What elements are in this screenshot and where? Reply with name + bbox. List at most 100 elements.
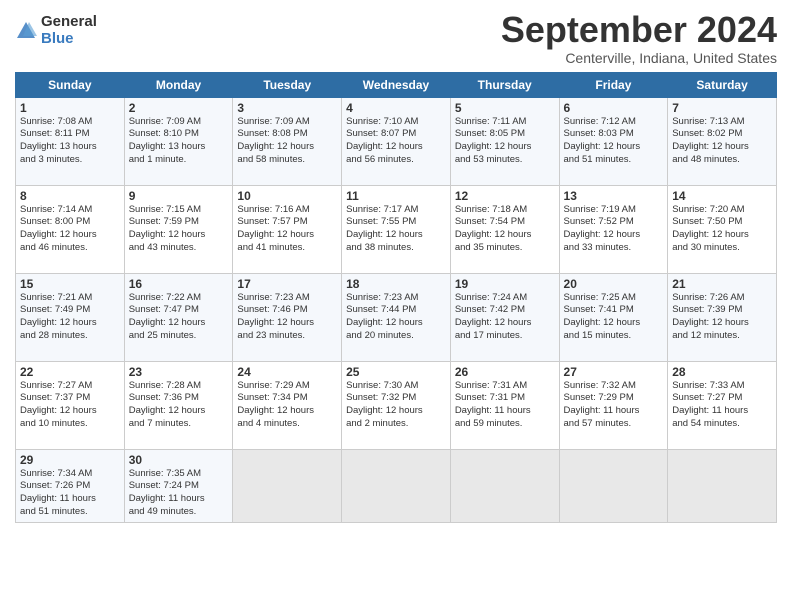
logo-text: General Blue [41,14,97,47]
week-row-2: 15Sunrise: 7:21 AM Sunset: 7:49 PM Dayli… [16,273,777,361]
day-number: 19 [455,277,555,291]
day-info: Sunrise: 7:24 AM Sunset: 7:42 PM Dayligh… [455,292,555,343]
day-cell [450,449,559,522]
day-info: Sunrise: 7:32 AM Sunset: 7:29 PM Dayligh… [564,380,664,431]
day-info: Sunrise: 7:23 AM Sunset: 7:44 PM Dayligh… [346,292,446,343]
day-number: 13 [564,189,664,203]
day-number: 21 [672,277,772,291]
day-info: Sunrise: 7:09 AM Sunset: 8:10 PM Dayligh… [129,116,229,167]
header-day-thursday: Thursday [450,72,559,97]
day-number: 8 [20,189,120,203]
day-number: 26 [455,365,555,379]
day-info: Sunrise: 7:18 AM Sunset: 7:54 PM Dayligh… [455,204,555,255]
day-cell [559,449,668,522]
day-number: 2 [129,101,229,115]
day-info: Sunrise: 7:11 AM Sunset: 8:05 PM Dayligh… [455,116,555,167]
day-info: Sunrise: 7:35 AM Sunset: 7:24 PM Dayligh… [129,468,229,519]
day-cell: 19Sunrise: 7:24 AM Sunset: 7:42 PM Dayli… [450,273,559,361]
day-cell: 20Sunrise: 7:25 AM Sunset: 7:41 PM Dayli… [559,273,668,361]
day-info: Sunrise: 7:19 AM Sunset: 7:52 PM Dayligh… [564,204,664,255]
header-day-wednesday: Wednesday [342,72,451,97]
day-info: Sunrise: 7:12 AM Sunset: 8:03 PM Dayligh… [564,116,664,167]
day-number: 23 [129,365,229,379]
day-cell: 23Sunrise: 7:28 AM Sunset: 7:36 PM Dayli… [124,361,233,449]
day-info: Sunrise: 7:10 AM Sunset: 8:07 PM Dayligh… [346,116,446,167]
header-day-tuesday: Tuesday [233,72,342,97]
day-number: 29 [20,453,120,467]
day-number: 27 [564,365,664,379]
day-number: 5 [455,101,555,115]
day-info: Sunrise: 7:23 AM Sunset: 7:46 PM Dayligh… [237,292,337,343]
month-title: September 2024 [501,10,777,50]
day-cell: 11Sunrise: 7:17 AM Sunset: 7:55 PM Dayli… [342,185,451,273]
day-cell: 21Sunrise: 7:26 AM Sunset: 7:39 PM Dayli… [668,273,777,361]
week-row-1: 8Sunrise: 7:14 AM Sunset: 8:00 PM Daylig… [16,185,777,273]
day-number: 3 [237,101,337,115]
day-info: Sunrise: 7:33 AM Sunset: 7:27 PM Dayligh… [672,380,772,431]
day-cell: 4Sunrise: 7:10 AM Sunset: 8:07 PM Daylig… [342,97,451,185]
header-row: SundayMondayTuesdayWednesdayThursdayFrid… [16,72,777,97]
day-cell: 14Sunrise: 7:20 AM Sunset: 7:50 PM Dayli… [668,185,777,273]
day-cell: 3Sunrise: 7:09 AM Sunset: 8:08 PM Daylig… [233,97,342,185]
day-number: 24 [237,365,337,379]
day-number: 18 [346,277,446,291]
day-cell: 28Sunrise: 7:33 AM Sunset: 7:27 PM Dayli… [668,361,777,449]
logo-icon [15,20,37,42]
day-number: 14 [672,189,772,203]
day-cell: 17Sunrise: 7:23 AM Sunset: 7:46 PM Dayli… [233,273,342,361]
day-cell: 30Sunrise: 7:35 AM Sunset: 7:24 PM Dayli… [124,449,233,522]
day-info: Sunrise: 7:17 AM Sunset: 7:55 PM Dayligh… [346,204,446,255]
header-day-sunday: Sunday [16,72,125,97]
day-number: 15 [20,277,120,291]
week-row-0: 1Sunrise: 7:08 AM Sunset: 8:11 PM Daylig… [16,97,777,185]
day-number: 6 [564,101,664,115]
day-info: Sunrise: 7:29 AM Sunset: 7:34 PM Dayligh… [237,380,337,431]
logo-general: General [41,14,97,31]
day-info: Sunrise: 7:34 AM Sunset: 7:26 PM Dayligh… [20,468,120,519]
day-info: Sunrise: 7:13 AM Sunset: 8:02 PM Dayligh… [672,116,772,167]
day-info: Sunrise: 7:27 AM Sunset: 7:37 PM Dayligh… [20,380,120,431]
day-number: 11 [346,189,446,203]
day-number: 10 [237,189,337,203]
page: General Blue September 2024 Centerville,… [0,0,792,612]
day-info: Sunrise: 7:16 AM Sunset: 7:57 PM Dayligh… [237,204,337,255]
day-cell: 6Sunrise: 7:12 AM Sunset: 8:03 PM Daylig… [559,97,668,185]
day-info: Sunrise: 7:15 AM Sunset: 7:59 PM Dayligh… [129,204,229,255]
day-cell: 8Sunrise: 7:14 AM Sunset: 8:00 PM Daylig… [16,185,125,273]
day-info: Sunrise: 7:26 AM Sunset: 7:39 PM Dayligh… [672,292,772,343]
day-cell: 27Sunrise: 7:32 AM Sunset: 7:29 PM Dayli… [559,361,668,449]
header-day-saturday: Saturday [668,72,777,97]
day-info: Sunrise: 7:22 AM Sunset: 7:47 PM Dayligh… [129,292,229,343]
day-number: 20 [564,277,664,291]
day-cell: 29Sunrise: 7:34 AM Sunset: 7:26 PM Dayli… [16,449,125,522]
day-cell: 12Sunrise: 7:18 AM Sunset: 7:54 PM Dayli… [450,185,559,273]
day-cell: 26Sunrise: 7:31 AM Sunset: 7:31 PM Dayli… [450,361,559,449]
day-number: 1 [20,101,120,115]
day-info: Sunrise: 7:08 AM Sunset: 8:11 PM Dayligh… [20,116,120,167]
day-info: Sunrise: 7:09 AM Sunset: 8:08 PM Dayligh… [237,116,337,167]
day-number: 7 [672,101,772,115]
day-number: 16 [129,277,229,291]
day-info: Sunrise: 7:31 AM Sunset: 7:31 PM Dayligh… [455,380,555,431]
day-cell: 16Sunrise: 7:22 AM Sunset: 7:47 PM Dayli… [124,273,233,361]
day-cell: 5Sunrise: 7:11 AM Sunset: 8:05 PM Daylig… [450,97,559,185]
day-cell: 18Sunrise: 7:23 AM Sunset: 7:44 PM Dayli… [342,273,451,361]
location: Centerville, Indiana, United States [501,50,777,66]
day-info: Sunrise: 7:30 AM Sunset: 7:32 PM Dayligh… [346,380,446,431]
day-number: 17 [237,277,337,291]
day-info: Sunrise: 7:20 AM Sunset: 7:50 PM Dayligh… [672,204,772,255]
day-cell: 25Sunrise: 7:30 AM Sunset: 7:32 PM Dayli… [342,361,451,449]
day-number: 4 [346,101,446,115]
day-cell: 15Sunrise: 7:21 AM Sunset: 7:49 PM Dayli… [16,273,125,361]
day-info: Sunrise: 7:21 AM Sunset: 7:49 PM Dayligh… [20,292,120,343]
day-number: 25 [346,365,446,379]
calendar-table: SundayMondayTuesdayWednesdayThursdayFrid… [15,72,777,523]
title-block: September 2024 Centerville, Indiana, Uni… [501,10,777,66]
day-cell: 9Sunrise: 7:15 AM Sunset: 7:59 PM Daylig… [124,185,233,273]
header-day-monday: Monday [124,72,233,97]
header-day-friday: Friday [559,72,668,97]
header: General Blue September 2024 Centerville,… [15,10,777,66]
day-cell: 1Sunrise: 7:08 AM Sunset: 8:11 PM Daylig… [16,97,125,185]
day-cell: 22Sunrise: 7:27 AM Sunset: 7:37 PM Dayli… [16,361,125,449]
logo: General Blue [15,14,97,47]
